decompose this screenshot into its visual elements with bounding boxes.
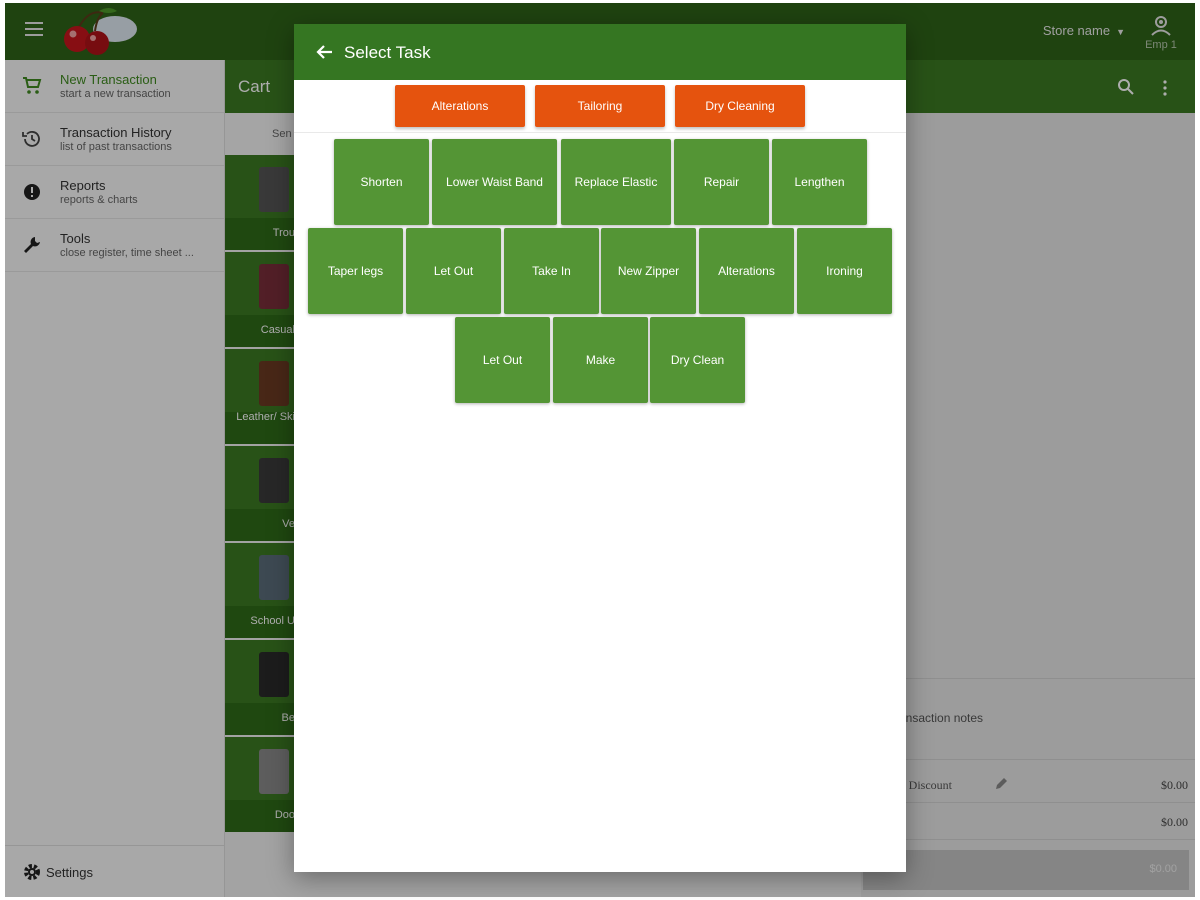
category-button-dry-cleaning[interactable]: Dry Cleaning xyxy=(675,85,805,127)
task-button-shorten[interactable]: Shorten xyxy=(334,139,429,225)
task-button-lower-waist-band[interactable]: Lower Waist Band xyxy=(432,139,557,225)
select-task-dialog: Select Task Alterations Tailoring Dry Cl… xyxy=(294,24,906,872)
category-button-alterations[interactable]: Alterations xyxy=(395,85,525,127)
task-button-replace-elastic[interactable]: Replace Elastic xyxy=(561,139,671,225)
task-button-repair[interactable]: Repair xyxy=(674,139,769,225)
divider xyxy=(294,132,906,133)
task-button-taper-legs[interactable]: Taper legs xyxy=(308,228,403,314)
task-button-let-out-2[interactable]: Let Out xyxy=(455,317,550,403)
category-button-tailoring[interactable]: Tailoring xyxy=(535,85,665,127)
task-button-take-in[interactable]: Take In xyxy=(504,228,599,314)
task-button-ironing[interactable]: Ironing xyxy=(797,228,892,314)
task-button-new-zipper[interactable]: New Zipper xyxy=(601,228,696,314)
task-button-lengthen[interactable]: Lengthen xyxy=(772,139,867,225)
task-button-dry-clean[interactable]: Dry Clean xyxy=(650,317,745,403)
dialog-title: Select Task xyxy=(344,43,431,62)
dialog-header: Select Task xyxy=(294,24,906,80)
task-button-make[interactable]: Make xyxy=(553,317,648,403)
task-button-let-out[interactable]: Let Out xyxy=(406,228,501,314)
back-arrow-icon[interactable] xyxy=(316,43,334,61)
task-button-alterations[interactable]: Alterations xyxy=(699,228,794,314)
